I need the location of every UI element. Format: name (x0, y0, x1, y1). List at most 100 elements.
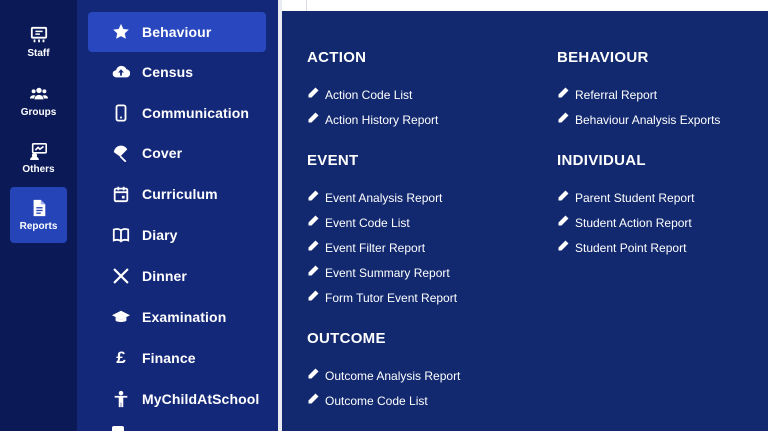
section-individual: INDIVIDUAL Parent Student Report Student… (557, 152, 694, 260)
mobile-icon (112, 104, 130, 122)
next-item-icon-partial (112, 426, 124, 431)
pound-icon: £ (116, 348, 126, 367)
section-title: OUTCOME (307, 330, 386, 347)
chat-board-icon (29, 142, 48, 160)
reports-category-menu: Behaviour Census Communication Cover Cur… (77, 0, 278, 431)
cloud-upload-icon (112, 63, 130, 81)
report-link-label: Action History Report (325, 112, 439, 127)
report-link-label: Event Code List (325, 215, 410, 230)
pencil-icon (307, 265, 325, 280)
report-link-label: Outcome Analysis Report (325, 368, 461, 383)
menu-item-cover[interactable]: Cover (88, 133, 266, 173)
menu-item-label: MyChildAtSchool (142, 391, 260, 407)
link-list: Referral Report Behaviour Analysis Expor… (557, 82, 720, 132)
menu-item-label: Census (142, 64, 194, 80)
pencil-icon (307, 368, 325, 383)
section-title: EVENT (307, 152, 359, 169)
rail-item-label: Reports (19, 220, 58, 232)
report-link-label: Student Point Report (575, 240, 687, 255)
report-link[interactable]: Form Tutor Event Report (307, 285, 457, 310)
menu-item-communication[interactable]: Communication (88, 93, 266, 133)
section-behaviour: BEHAVIOUR Referral Report Behaviour Anal… (557, 49, 720, 132)
report-link[interactable]: Event Filter Report (307, 235, 457, 260)
report-link[interactable]: Outcome Analysis Report (307, 363, 460, 388)
menu-item-dinner[interactable]: Dinner (88, 256, 266, 296)
rail-item-groups[interactable]: Groups (10, 73, 67, 129)
users-icon (29, 85, 48, 103)
pencil-icon (557, 240, 575, 255)
report-link-label: Event Analysis Report (325, 190, 443, 205)
report-link[interactable]: Student Point Report (557, 235, 694, 260)
report-link[interactable]: Event Analysis Report (307, 185, 457, 210)
menu-item-label: Diary (142, 227, 178, 243)
section-title: INDIVIDUAL (557, 152, 646, 169)
menu-item-census[interactable]: Census (88, 52, 266, 92)
link-list: Outcome Analysis Report Outcome Code Lis… (307, 363, 460, 413)
menu-item-curriculum[interactable]: Curriculum (88, 174, 266, 214)
pencil-icon (307, 87, 325, 102)
menu-item-examination[interactable]: Examination (88, 297, 266, 337)
section-title: BEHAVIOUR (557, 49, 649, 66)
rail-item-reports[interactable]: Reports (10, 187, 67, 243)
menu-item-label: Communication (142, 105, 250, 121)
section-title: ACTION (307, 49, 367, 66)
report-link[interactable]: Action History Report (307, 107, 438, 132)
link-list: Event Analysis Report Event Code List Ev… (307, 185, 457, 310)
menu-item-label: Behaviour (142, 24, 212, 40)
star-icon (112, 23, 130, 41)
report-link-label: Behaviour Analysis Exports (575, 112, 721, 127)
menu-item-behaviour[interactable]: Behaviour (88, 12, 266, 52)
menu-item-finance[interactable]: £ Finance (88, 338, 266, 378)
pencil-icon (557, 112, 575, 127)
pencil-icon (307, 112, 325, 127)
rail-item-others[interactable]: Others (10, 130, 67, 186)
report-link-label: Event Filter Report (325, 240, 426, 255)
menu-item-diary[interactable]: Diary (88, 215, 266, 255)
pencil-icon (307, 240, 325, 255)
pencil-icon (557, 190, 575, 205)
utensils-icon (112, 267, 130, 285)
report-link-label: Student Action Report (575, 215, 692, 230)
calendar-icon (112, 185, 130, 203)
report-link[interactable]: Event Code List (307, 210, 457, 235)
pencil-icon (307, 190, 325, 205)
report-link[interactable]: Student Action Report (557, 210, 694, 235)
rail-item-label: Staff (27, 47, 50, 59)
report-link[interactable]: Action Code List (307, 82, 438, 107)
reports-panel: ACTION Action Code List Action History R… (282, 11, 768, 431)
section-action: ACTION Action Code List Action History R… (307, 49, 438, 132)
report-link-label: Referral Report (575, 87, 658, 102)
pencil-icon (307, 393, 325, 408)
report-link[interactable]: Outcome Code List (307, 388, 460, 413)
link-list: Action Code List Action History Report (307, 82, 438, 132)
section-event: EVENT Event Analysis Report Event Code L… (307, 152, 457, 310)
report-link-label: Parent Student Report (575, 190, 695, 205)
menu-item-label: Examination (142, 309, 227, 325)
rail-item-label: Groups (20, 106, 57, 118)
rail-item-staff[interactable]: Staff (10, 14, 67, 70)
report-link-label: Action Code List (325, 87, 413, 102)
menu-item-label: Dinner (142, 268, 187, 284)
report-link-label: Outcome Code List (325, 393, 428, 408)
menu-item-label: Finance (142, 350, 196, 366)
report-link[interactable]: Behaviour Analysis Exports (557, 107, 720, 132)
pencil-icon (557, 87, 575, 102)
graduation-cap-icon (112, 308, 130, 326)
app-rail: Staff Groups Others Reports (0, 0, 77, 431)
report-link[interactable]: Event Summary Report (307, 260, 457, 285)
umbrella-icon (112, 144, 130, 162)
rail-item-label: Others (22, 163, 55, 175)
child-icon (112, 390, 130, 408)
report-link-label: Form Tutor Event Report (325, 290, 458, 305)
menu-item-label: Cover (142, 145, 183, 161)
staff-board-icon (30, 26, 48, 44)
pencil-icon (307, 215, 325, 230)
menu-item-mychildatschool[interactable]: MyChildAtSchool (88, 379, 266, 419)
pencil-icon (557, 215, 575, 230)
pencil-icon (307, 290, 325, 305)
report-link[interactable]: Parent Student Report (557, 185, 694, 210)
menu-item-label: Curriculum (142, 186, 218, 202)
report-link[interactable]: Referral Report (557, 82, 720, 107)
document-icon (30, 199, 48, 217)
report-link-label: Event Summary Report (325, 265, 450, 280)
